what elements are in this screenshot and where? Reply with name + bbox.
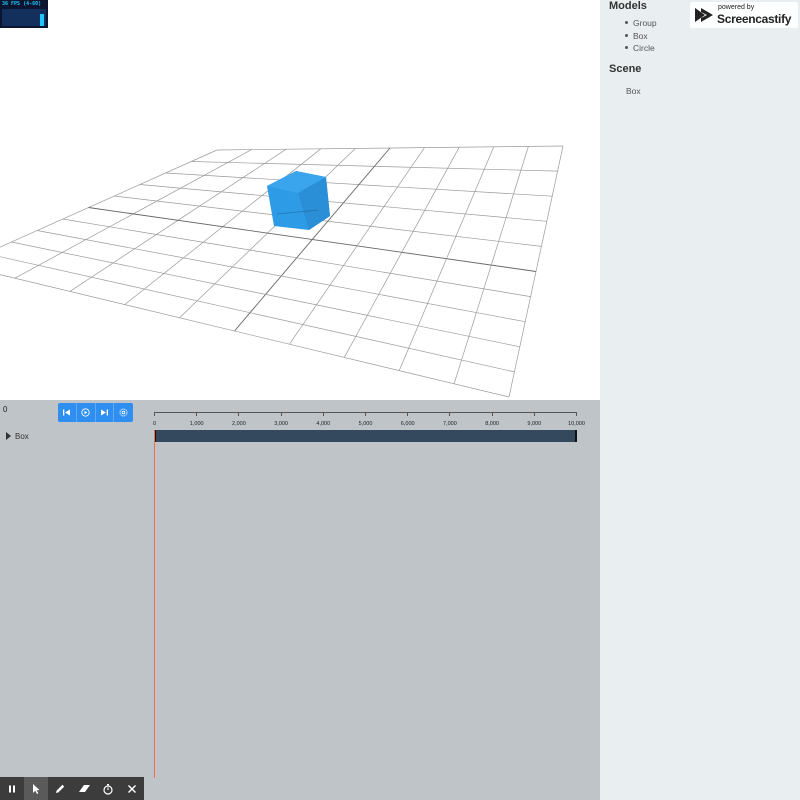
model-item-box[interactable]: Box — [625, 30, 657, 43]
ruler-tick-label: 10,000 — [568, 421, 585, 427]
models-heading: Models — [609, 0, 647, 12]
sidebar: Models Group Box Circle Scene Box — [600, 0, 800, 800]
close-icon — [128, 784, 136, 793]
eraser-tool-button[interactable] — [72, 777, 96, 800]
ruler-tick-label: 0 — [152, 421, 157, 427]
grid-line — [37, 230, 526, 323]
ruler-tick-label: 1,000 — [189, 421, 204, 427]
ruler-tick — [280, 412, 282, 416]
skip-forward-icon — [100, 409, 108, 416]
grid-line — [62, 218, 531, 297]
ruler-tick — [322, 412, 324, 416]
screencastify-logo-icon — [695, 8, 713, 22]
fps-stats[interactable]: 36 FPS (4-60) — [0, 0, 48, 28]
bottom-toolbar — [0, 777, 144, 800]
grid-line — [0, 256, 515, 373]
playback-controls — [58, 403, 133, 422]
expand-triangle-icon[interactable] — [6, 432, 11, 440]
ruler-tick-label: 2,000 — [232, 421, 246, 427]
app-root: 36 FPS (4-60) Models Group Box Circle Sc… — [0, 0, 800, 800]
cursor-tool-button[interactable] — [24, 777, 48, 800]
time-ruler[interactable]: 0 1,000 2,000 3,000 4,000 5,000 6,000 7,000 8,00… — [152, 408, 585, 432]
ruler-tick-label: 4,000 — [316, 421, 331, 427]
ruler-tick — [407, 412, 409, 416]
grid-line — [0, 274, 510, 398]
ruler-tick — [238, 412, 240, 416]
track-end-handle[interactable] — [575, 430, 577, 442]
grid-line — [343, 147, 460, 358]
settings-icon — [119, 408, 128, 417]
pause-button[interactable] — [0, 777, 24, 800]
model-item-group[interactable]: Group — [625, 17, 657, 30]
timeline-panel: 0 — [0, 400, 600, 800]
ruler-tick — [154, 412, 155, 416]
scene-heading: Scene — [609, 63, 642, 75]
skip-back-button[interactable] — [58, 403, 77, 422]
close-button[interactable] — [120, 777, 144, 800]
play-button[interactable] — [77, 403, 96, 422]
track-bar-box[interactable] — [154, 430, 577, 442]
settings-button[interactable] — [114, 403, 133, 422]
ruler-tick — [449, 412, 451, 416]
cursor-icon — [33, 783, 40, 794]
grid-line — [453, 146, 529, 384]
ruler-tick-label: 7,000 — [443, 421, 457, 427]
timer-icon — [103, 783, 113, 795]
grid-line — [11, 241, 520, 348]
ruler-tick — [576, 412, 577, 416]
models-list: Group Box Circle — [625, 17, 657, 55]
skip-forward-button[interactable] — [96, 403, 115, 422]
model-item-circle[interactable]: Circle — [625, 42, 657, 55]
3d-viewport[interactable] — [0, 0, 600, 400]
ruler-tick-label: 8,000 — [485, 421, 499, 427]
fps-graph-bar — [40, 14, 44, 26]
ruler-tick-label: 9,000 — [527, 421, 542, 427]
screencastify-watermark: powered by Screencastify — [690, 2, 798, 28]
pause-icon — [9, 785, 15, 792]
track-row-box[interactable]: Box — [6, 432, 29, 441]
timer-tool-button[interactable] — [96, 777, 120, 800]
fps-graph — [2, 9, 46, 26]
ruler-tick — [365, 412, 366, 416]
ruler-tick-label: 6,000 — [400, 421, 415, 427]
ruler-tick — [533, 412, 535, 416]
eraser-icon — [78, 785, 90, 792]
pencil-icon — [56, 784, 65, 793]
grid-scene — [0, 145, 564, 398]
scene-item-box[interactable]: Box — [626, 86, 641, 96]
skip-back-icon — [63, 409, 71, 416]
playhead-line[interactable] — [154, 430, 155, 778]
watermark-brand-text: Screencastify — [717, 12, 792, 26]
track-name: Box — [15, 432, 29, 441]
watermark-small-text: powered by — [718, 4, 755, 11]
current-time-value: 0 — [3, 405, 8, 414]
ruler-tick-label: 5,000 — [358, 421, 373, 427]
pencil-tool-button[interactable] — [48, 777, 72, 800]
ruler-tick — [196, 412, 198, 416]
grid-line — [398, 146, 495, 371]
ruler-tick — [491, 412, 493, 416]
grid-line — [0, 149, 218, 248]
play-icon — [81, 408, 90, 417]
fps-label: 36 FPS (4-60) — [2, 1, 42, 7]
ruler-tick-label: 3,000 — [274, 421, 288, 427]
